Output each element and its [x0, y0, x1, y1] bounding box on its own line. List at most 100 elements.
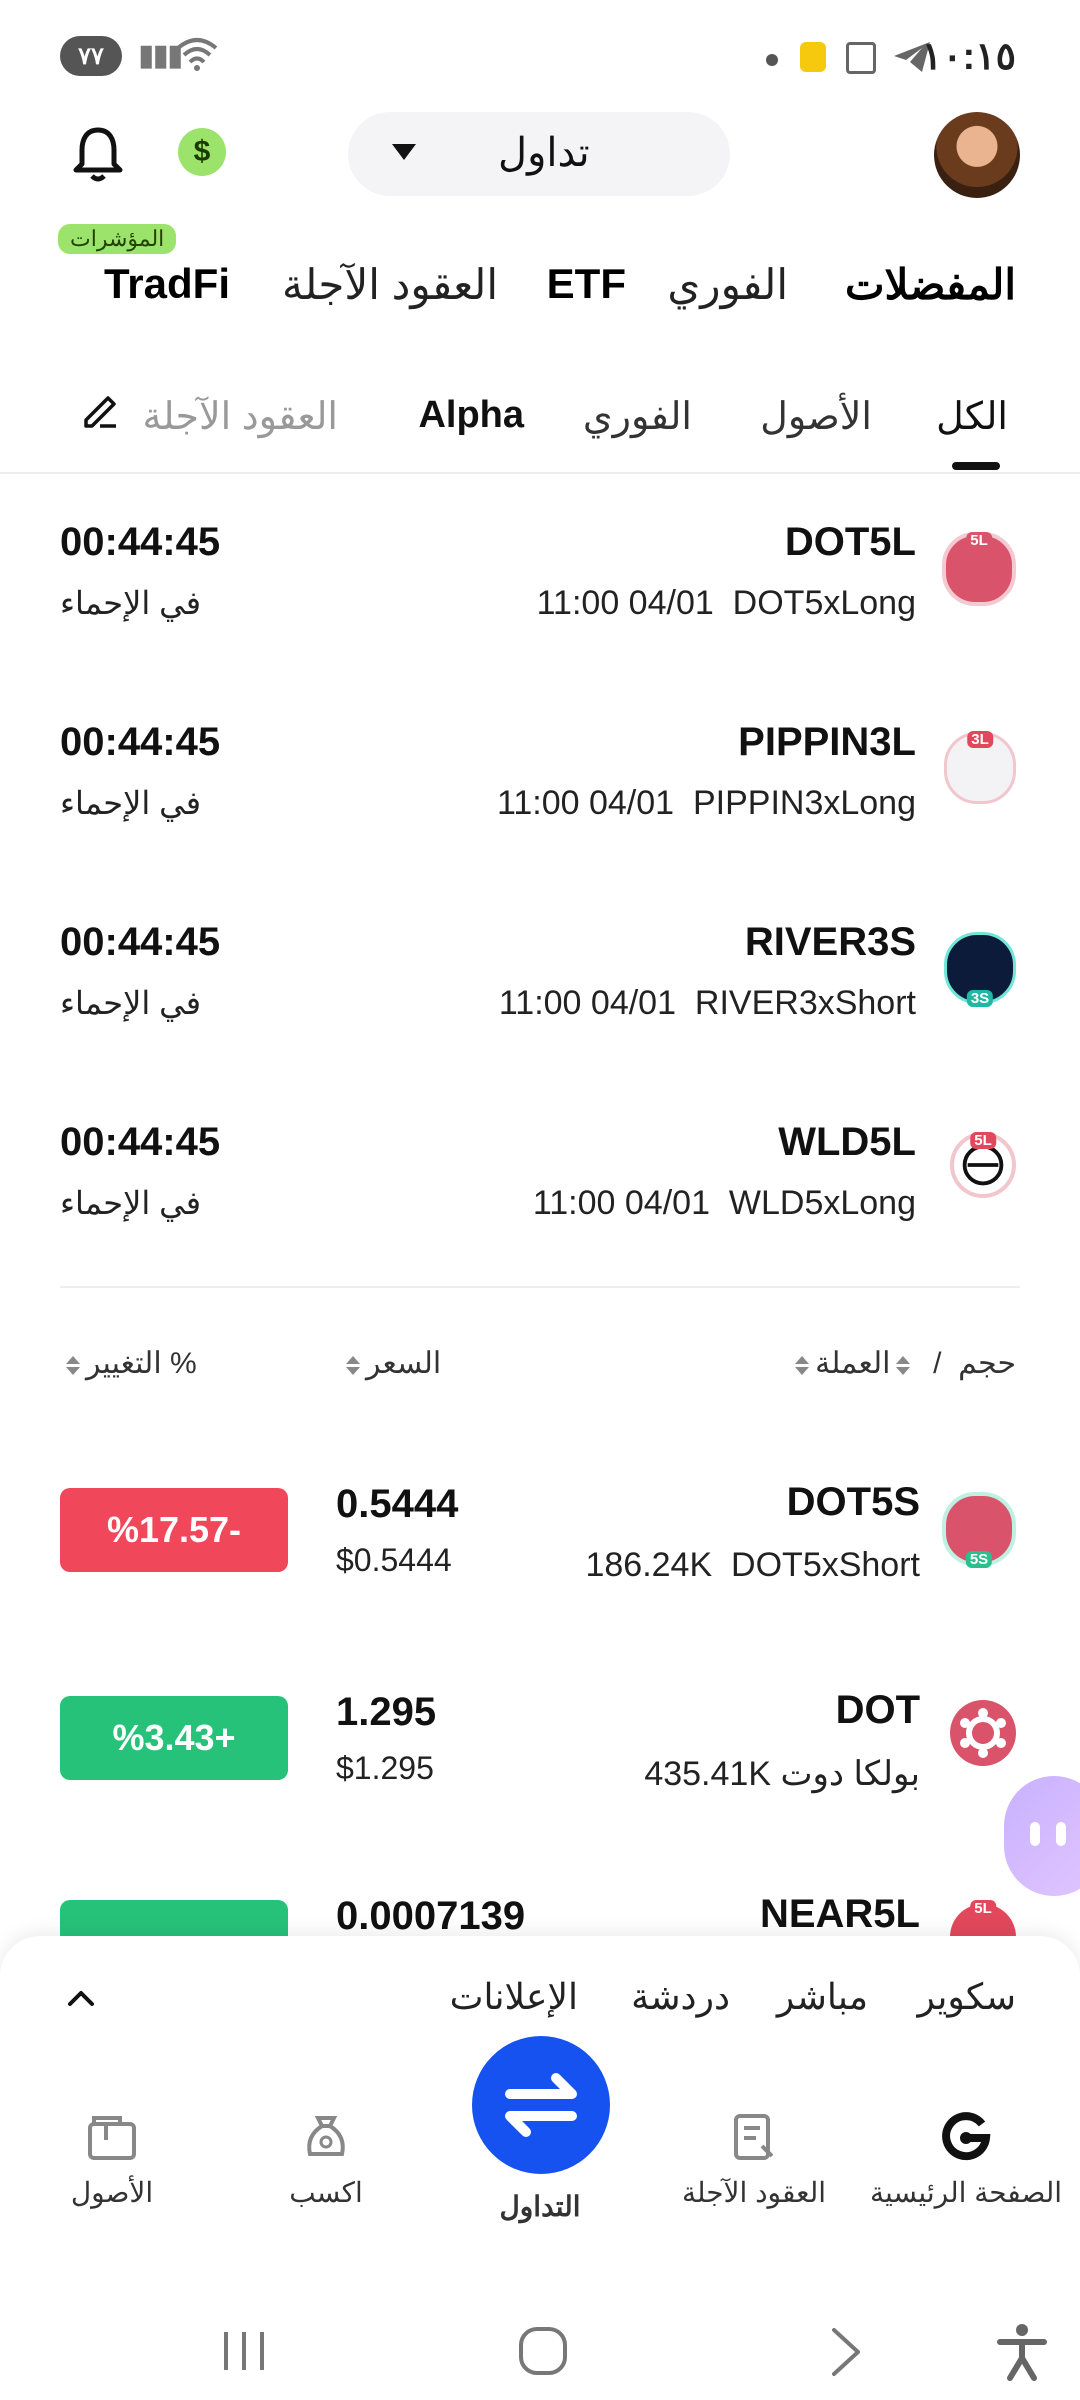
market-row[interactable]: 5S DOT5S 186.24K DOT5xShort 0.5444 $0.54…	[0, 1468, 1080, 1668]
subtab-futures[interactable]: العقود الآجلة	[143, 394, 338, 439]
bell-icon[interactable]	[70, 124, 126, 184]
status-time: ١٠:١٥	[921, 36, 1016, 78]
prelaunch-symbol: WLD5L	[778, 1120, 916, 1164]
pippin-coin-icon: 3L	[944, 731, 1016, 804]
change-badge[interactable]: %17.57-	[60, 1488, 288, 1572]
subtab-all[interactable]: الكل	[936, 394, 1008, 439]
leverage-tag: 3L	[967, 731, 993, 748]
tab-announcements[interactable]: الإعلانات	[450, 1976, 578, 2018]
tab-spot[interactable]: الفوري	[667, 260, 788, 309]
back-icon[interactable]	[826, 2326, 866, 2378]
chevron-up-icon[interactable]	[66, 1984, 96, 2014]
prelaunch-symbol: PIPPIN3L	[738, 720, 916, 764]
leverage-tag: 5L	[970, 1132, 996, 1149]
futures-icon	[734, 2114, 774, 2160]
sort-icon	[795, 1356, 809, 1375]
nav-home[interactable]: الصفحة الرئيسية	[866, 2110, 1066, 2209]
column-change[interactable]: التغيير %	[60, 1346, 197, 1381]
tab-square[interactable]: سكوير	[917, 1976, 1016, 2018]
divider	[60, 1286, 1020, 1288]
prelaunch-row[interactable]: 5L WLD5L 11:00 04/01 WLD5xLong 00:44:45 …	[0, 1102, 1080, 1302]
river-coin-icon: 3S	[944, 932, 1016, 1007]
nav-home-label: الصفحة الرئيسية	[869, 2177, 1063, 2208]
tab-etf[interactable]: ETF	[547, 260, 626, 308]
market-price: 0.0007139	[336, 1894, 526, 1938]
leverage-tag: 5L	[970, 1900, 996, 1917]
prelaunch-state: في الإحماء	[60, 585, 202, 621]
nav-earn[interactable]: اكسب	[226, 2110, 426, 2209]
prelaunch-name: RIVER3xShort	[694, 984, 916, 1022]
prelaunch-state: في الإحماء	[60, 985, 202, 1021]
prelaunch-desc: 11:00 04/01 PIPPIN3xLong	[497, 784, 916, 823]
prelaunch-row[interactable]: 5L DOT5L 11:00 04/01 DOT5xLong 00:44:45 …	[0, 502, 1080, 702]
wld-coin-icon: 5L	[950, 1132, 1016, 1198]
dollar-icon[interactable]: $	[178, 128, 226, 176]
sub-tabs: الكل الأصول الفوري Alpha العقود الآجلة	[0, 380, 1080, 470]
column-coin-label: العملة	[815, 1347, 891, 1380]
recent-apps-icon[interactable]	[218, 2326, 270, 2376]
subtab-alpha[interactable]: Alpha	[418, 394, 524, 437]
polkadot-coin-icon	[950, 1700, 1016, 1766]
column-price-label: السعر	[366, 1347, 442, 1380]
column-volume-label: حجم	[958, 1347, 1016, 1380]
market-symbol: NEAR5L	[759, 1892, 920, 1936]
wifi-icon	[176, 38, 218, 71]
nav-assets[interactable]: الأصول	[12, 2110, 212, 2209]
market-name: DOT5xShort	[731, 1546, 920, 1584]
market-desc: 186.24K DOT5xShort	[585, 1546, 920, 1585]
column-separator: /	[933, 1347, 942, 1380]
nav-assets-label: الأصول	[70, 2177, 154, 2208]
signal-icon: ▮▮▮	[138, 39, 184, 72]
prelaunch-desc: 11:00 04/01 WLD5xLong	[533, 1184, 916, 1223]
tab-chat[interactable]: دردشة	[631, 1976, 730, 2018]
market-volume: 435.41K	[644, 1755, 771, 1793]
home-button-icon[interactable]	[516, 2324, 570, 2378]
market-volume: 186.24K	[585, 1546, 713, 1584]
nav-trade-label[interactable]: التداول	[440, 2190, 640, 2223]
tab-futures[interactable]: العقود الآجلة	[282, 260, 498, 309]
market-row[interactable]: DOT 435.41K بولكا دوت 1.295 $1.295 %3.43…	[0, 1676, 1080, 1876]
change-badge[interactable]: %3.43+	[60, 1696, 288, 1780]
prelaunch-row[interactable]: 3S RIVER3S 11:00 04/01 RIVER3xShort 00:4…	[0, 902, 1080, 1102]
market-desc: 435.41K بولكا دوت	[644, 1754, 920, 1794]
divider	[0, 472, 1080, 474]
column-coin-volume[interactable]: حجم / العملة	[789, 1346, 1016, 1381]
nav-earn-label: اكسب	[289, 2177, 363, 2208]
active-tab-indicator	[952, 462, 1000, 470]
leverage-tag: 3S	[966, 990, 994, 1007]
avatar[interactable]	[934, 112, 1020, 198]
wallet-icon	[88, 2116, 136, 2160]
assistant-bubble-icon[interactable]	[1004, 1776, 1080, 1896]
prelaunch-name: PIPPIN3xLong	[692, 784, 916, 822]
column-price[interactable]: السعر	[340, 1346, 441, 1381]
caret-down-icon	[392, 144, 416, 160]
prelaunch-row[interactable]: 3L PIPPIN3L 11:00 04/01 PIPPIN3xLong 00:…	[0, 702, 1080, 902]
nav-futures[interactable]: العقود الآجلة	[654, 2110, 854, 2209]
prelaunch-desc: 11:00 04/01 RIVER3xShort	[499, 984, 916, 1023]
prelaunch-timer: 00:44:45	[60, 720, 221, 764]
trade-fab[interactable]	[472, 2036, 610, 2174]
tab-tradfi[interactable]: TradFi	[104, 260, 230, 308]
prelaunch-timer: 00:44:45	[60, 1120, 221, 1164]
battery-indicator: ٧٧	[60, 36, 122, 76]
prelaunch-state: في الإحماء	[60, 785, 202, 821]
prelaunch-symbol: DOT5L	[784, 520, 916, 564]
prelaunch-state: في الإحماء	[60, 1185, 202, 1221]
tab-live[interactable]: مباشر	[777, 1976, 868, 2018]
dot-coin-icon: 5S	[942, 1492, 1016, 1568]
prelaunch-timer: 00:44:45	[60, 520, 221, 564]
subtab-spot[interactable]: الفوري	[583, 394, 692, 439]
edit-icon[interactable]	[80, 390, 120, 430]
accessibility-icon[interactable]	[996, 2322, 1048, 2382]
market-price: 1.295	[336, 1690, 437, 1734]
tab-favorites[interactable]: المفضلات	[845, 260, 1016, 309]
battery-level: ٧٧	[78, 42, 104, 70]
market-price-usd: $1.295	[336, 1750, 434, 1786]
prelaunch-name: WLD5xLong	[728, 1184, 916, 1222]
subtab-assets[interactable]: الأصول	[760, 394, 872, 439]
swap-icon	[505, 2073, 577, 2137]
sort-icon	[896, 1356, 910, 1375]
prelaunch-desc: 11:00 04/01 DOT5xLong	[537, 584, 916, 623]
prelaunch-date: 11:00 04/01	[496, 784, 675, 822]
trade-mode-selector[interactable]: تداول	[348, 112, 730, 196]
